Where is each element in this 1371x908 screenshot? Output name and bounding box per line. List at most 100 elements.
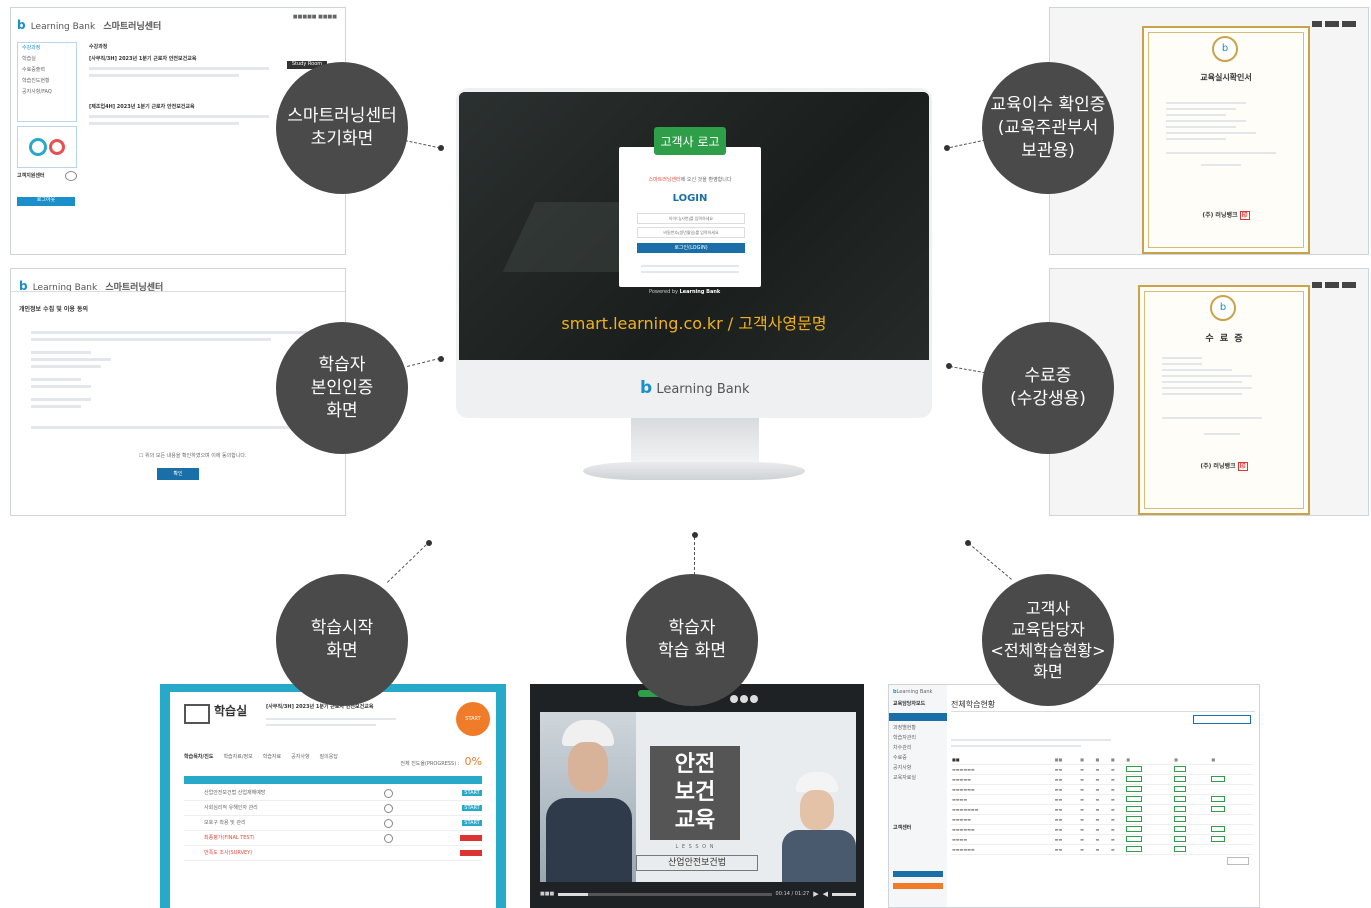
monitor-neck	[631, 418, 759, 462]
url-caption: smart.learning.co.kr / 고객사영문명	[561, 314, 827, 333]
window-controls	[730, 688, 758, 707]
powered-brand: Learning Bank	[679, 289, 721, 295]
sidebar-item[interactable]: 학습진도현황	[18, 76, 76, 87]
monitor-foot	[583, 462, 805, 480]
test-button[interactable]	[460, 835, 482, 841]
pdf-button[interactable]	[1325, 21, 1339, 27]
brand-text: Learning Bank	[656, 382, 750, 397]
pagination[interactable]	[1227, 857, 1249, 865]
status-icon	[384, 818, 393, 828]
cert-title: 수 료 증	[1205, 334, 1243, 344]
company-name: (주) 러닝뱅크	[1202, 212, 1238, 219]
lesson-title: 사회심리적 유해인자 관리	[204, 804, 258, 811]
start-button[interactable]: START	[462, 820, 482, 826]
agree-checkbox[interactable]: ☐ 위의 모든 내용을 확인하였으며 이에 동의합니다.	[139, 453, 247, 460]
cert-company: (주) 러닝뱅크 印	[1144, 210, 1308, 220]
menu-title: 교육담당자모드	[893, 701, 926, 707]
tab[interactable]: 학습자료	[263, 754, 281, 761]
tab[interactable]: 학습자료/정보	[223, 754, 252, 761]
tab[interactable]: 공지사항	[291, 754, 309, 761]
close-button[interactable]	[1342, 282, 1356, 288]
certificate: b 수 료 증 (주) 러닝뱅크 印	[1138, 285, 1310, 515]
connector	[949, 366, 986, 374]
logo-text: Learning Bank	[30, 22, 96, 32]
print-button[interactable]	[1312, 282, 1322, 288]
sidebar-item[interactable]: 학습실	[18, 54, 76, 65]
menu-item[interactable]: 수료증	[893, 755, 943, 765]
close-button[interactable]	[1342, 21, 1356, 27]
welcome-suffix: 에 오신 것을 환영합니다	[680, 177, 732, 183]
sidebar-button[interactable]	[893, 883, 943, 889]
sidebar-item[interactable]: 수강과정	[18, 43, 76, 54]
connector-dot	[426, 540, 432, 546]
video-frame: 안전 보건 교육 L E S S O N 산업안전보건법	[540, 712, 856, 882]
monitor-brand: b Learning Bank	[640, 378, 750, 398]
support-label: 고객지원센터	[17, 173, 45, 179]
menu-item[interactable]: 차수관리	[893, 745, 943, 755]
sidebar-button[interactable]	[893, 871, 943, 877]
label-smart-center: 스마트러닝센터 초기화면	[276, 62, 408, 194]
company-stamp: 印	[1237, 462, 1248, 471]
sidebar-item[interactable]: 공지사항/FAQ	[18, 87, 76, 98]
connector-dot	[946, 363, 952, 369]
sidebar-item[interactable]: 수료증출력	[18, 65, 76, 76]
agree-label: 위의 모든 내용을 확인하였으며 이에 동의합니다.	[145, 453, 247, 459]
id-input[interactable]	[637, 213, 745, 224]
video-controls: ■■■ 00:14 / 01:27 ▶ ◀	[540, 888, 856, 900]
print-button[interactable]	[1312, 21, 1322, 27]
active-menu[interactable]: 학습현황	[889, 713, 947, 730]
volume-slider[interactable]	[832, 892, 856, 896]
section-title: 수강과정	[89, 44, 108, 50]
logout-button[interactable]: 로그아웃	[17, 197, 75, 206]
learning-bank-logo-icon: b	[640, 378, 653, 398]
label-identity: 학습자 본인인증 화면	[276, 322, 408, 454]
tab[interactable]: 질의응답	[320, 754, 338, 761]
monitor-screen: 고객사 로고 스마트러닝센터에 오신 것을 환영합니다 LOGIN 로그인(LO…	[459, 92, 929, 360]
menu-item[interactable]: 공지사항	[893, 765, 943, 775]
download-button[interactable]	[1193, 715, 1251, 724]
menu-item[interactable]: 교육자료실	[893, 775, 943, 785]
final-test: 최종평가(FINAL TEST)	[204, 834, 255, 841]
menu-item[interactable]: 과정별현황	[893, 725, 943, 735]
label-study-start: 학습시작 화면	[276, 574, 408, 706]
logo-text: Learning Bank	[896, 689, 933, 695]
survey-button[interactable]	[460, 850, 482, 856]
seek-bar[interactable]	[558, 892, 772, 896]
menu-item[interactable]: 학습자관리	[893, 735, 943, 745]
connector	[407, 357, 441, 367]
monitor-icon	[184, 704, 210, 724]
chat-icon[interactable]	[65, 171, 77, 181]
lesson-table: 산업안전보건법 산업재해예방 START 사회심리적 유해인자 관리 START 보…	[184, 786, 482, 861]
pdf-button[interactable]	[1325, 282, 1339, 288]
cert-company: (주) 러닝뱅크 印	[1140, 461, 1308, 471]
label-cert-issue: 교육이수 확인증 (교육주관부서 보관용)	[982, 62, 1114, 194]
status-icon	[384, 788, 393, 798]
certificate: b 교육실시확인서 (주) 러닝뱅크 印	[1142, 26, 1310, 254]
start-button[interactable]: START	[462, 805, 482, 811]
login-button[interactable]: 로그인(LOGIN)	[637, 243, 745, 253]
tab[interactable]: 학습목차/진도	[184, 754, 213, 761]
login-title: LOGIN	[672, 193, 708, 204]
label-learner-study: 학습자 학습 화면	[626, 574, 758, 706]
learner-study-thumbnail: 안전 보건 교육 L E S S O N 산업안전보건법 ■■■ 00:14 /…	[530, 684, 864, 908]
start-button[interactable]: START	[462, 790, 482, 796]
worker-photo-left	[540, 712, 636, 882]
manager-sidebar: bLearning Bank 교육담당자모드 학습현황 과정별현황 학습자관리 …	[889, 685, 947, 907]
app-logo-icon	[49, 139, 65, 155]
connector	[387, 544, 427, 583]
lesson-subtitle: L E S S O N	[675, 844, 715, 850]
contact-label: 고객센터	[893, 825, 912, 831]
start-badge[interactable]: START	[456, 702, 490, 736]
connector	[968, 543, 1012, 580]
progress-label: 전체 진도율(PROGRESS) :	[400, 761, 460, 767]
connector	[694, 537, 695, 575]
page-title: 전체학습현황	[951, 700, 996, 709]
confirm-button[interactable]: 확인	[157, 468, 199, 480]
safety-title-panel: 안전 보건 교육	[650, 746, 740, 840]
password-input[interactable]	[637, 227, 745, 238]
seal-icon: b	[1212, 36, 1238, 62]
volume-icon[interactable]: ◀	[823, 890, 828, 898]
play-icon[interactable]: ▶	[813, 890, 818, 898]
cert-title: 교육실시확인서	[1200, 73, 1252, 82]
course-title: [사무직/3H] 2023년 1분기 근로자 안전보건교육	[266, 704, 374, 710]
